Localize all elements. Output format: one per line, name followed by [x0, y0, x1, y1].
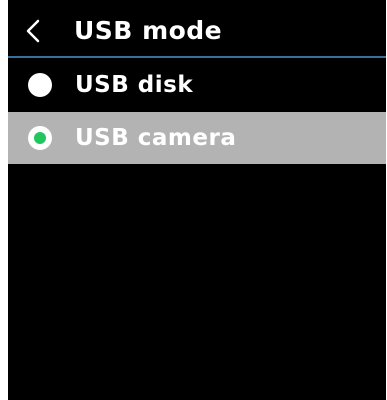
device-screen: USB mode USB disk USB camera: [8, 0, 386, 400]
chevron-left-icon[interactable]: [23, 19, 45, 43]
option-usb-camera[interactable]: USB camera: [8, 112, 386, 164]
option-label: USB disk: [75, 72, 194, 98]
page-title: USB mode: [74, 16, 223, 45]
option-usb-disk[interactable]: USB disk: [8, 60, 386, 110]
option-label: USB camera: [75, 125, 237, 151]
radio-unselected-icon[interactable]: [28, 73, 52, 97]
header-bar: USB mode: [8, 0, 386, 58]
radio-selected-icon[interactable]: [28, 126, 52, 150]
radio-dot: [34, 132, 46, 144]
